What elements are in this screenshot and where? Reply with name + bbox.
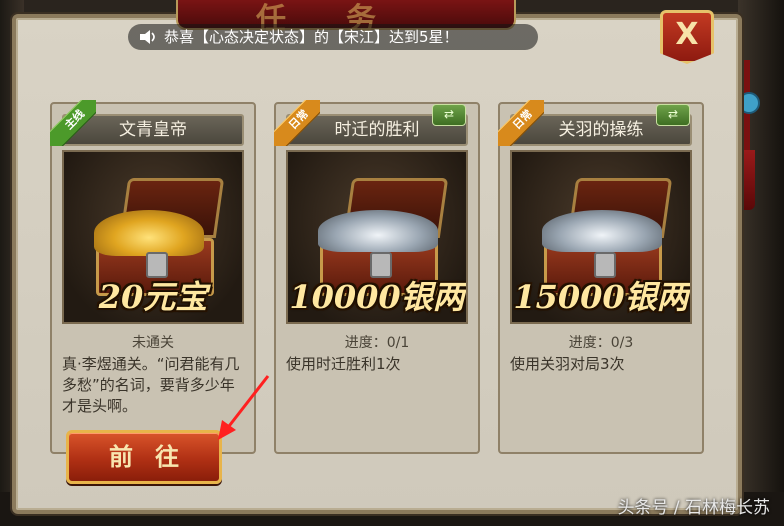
announcement-text: 恭喜【心态决定状态】的【宋江】达到5星！ bbox=[164, 28, 459, 46]
speaker-icon bbox=[140, 30, 155, 44]
task-description: 使用关羽对局3次 bbox=[510, 355, 625, 373]
refresh-icon: ⇄ bbox=[443, 107, 455, 121]
reward-image: 10000银两 bbox=[286, 150, 468, 324]
refresh-task-button[interactable]: ⇄ bbox=[656, 104, 690, 126]
reward-amount: 10000银两 bbox=[289, 278, 465, 316]
refresh-icon: ⇄ bbox=[667, 107, 679, 121]
reward-amount: 15000银两 bbox=[513, 278, 689, 316]
task-card-3[interactable]: 关羽的操练 日常 ⇄ 15000银两 进度：0/3 使用关羽对局3次 bbox=[498, 100, 704, 454]
silver-coin-icon bbox=[542, 210, 662, 252]
task-description: 使用时迁胜利1次 bbox=[286, 355, 401, 373]
reward-amount: 20元宝 bbox=[98, 278, 208, 316]
refresh-task-button[interactable]: ⇄ bbox=[432, 104, 466, 126]
silver-coin-icon bbox=[318, 210, 438, 252]
task-card-2[interactable]: 时迁的胜利 日常 ⇄ 10000银两 进度：0/1 使用时迁胜利1次 bbox=[274, 100, 480, 454]
go-button[interactable]: 前往 bbox=[66, 430, 222, 484]
task-status: 未通关 bbox=[132, 335, 174, 351]
close-button[interactable]: X bbox=[660, 10, 714, 64]
watermark: 头条号 / 石林梅长苏 bbox=[617, 498, 770, 518]
task-type-ribbon: 主线 bbox=[50, 100, 96, 146]
task-type-ribbon: 日常 bbox=[274, 100, 320, 146]
task-type-ribbon: 日常 bbox=[498, 100, 544, 146]
close-icon: X bbox=[675, 17, 699, 52]
red-arrow-annotation bbox=[218, 375, 270, 440]
task-progress: 进度：0/3 bbox=[568, 335, 634, 351]
reward-image: 20元宝 bbox=[62, 150, 244, 324]
reward-image: 15000银两 bbox=[510, 150, 692, 324]
gold-ingot-icon bbox=[94, 210, 204, 256]
announcement-marquee: 恭喜【心态决定状态】的【宋江】达到5星！ bbox=[128, 24, 538, 50]
task-progress: 进度：0/1 bbox=[344, 335, 410, 351]
